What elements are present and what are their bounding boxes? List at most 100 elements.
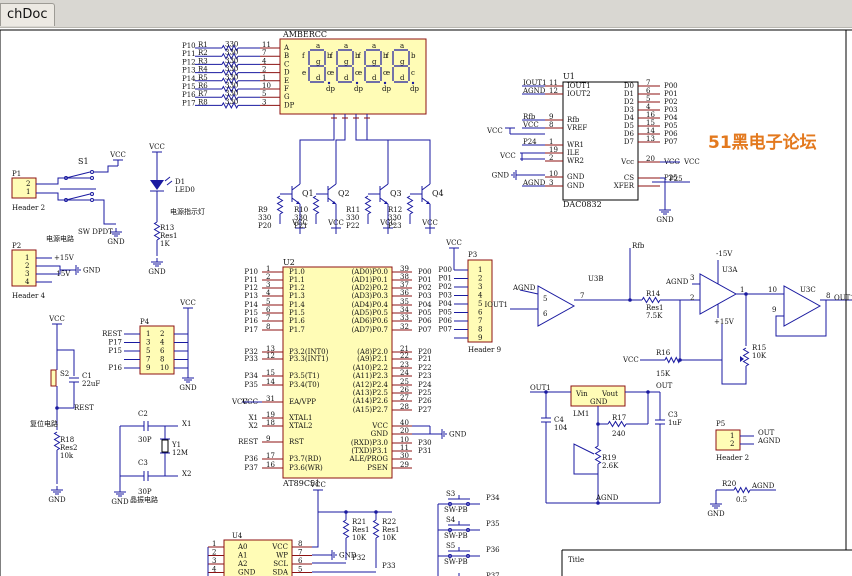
resistor-ref: R10 [294,206,308,214]
pin-number: 3 [266,281,270,289]
vcc-label: VCC [622,356,639,364]
pin-number: 4 [160,339,165,347]
resistor-value: 2.6K [602,462,619,470]
crystal-value: 12M [172,449,188,457]
ground-label: GND [707,510,725,518]
pin-number: 3 [212,557,216,565]
pin-number: 38 [400,273,409,281]
vcc-label: VCC [421,219,438,227]
pin-name: VCC [371,422,388,430]
pin-number: 9 [266,435,270,443]
crystal-y1 [161,439,169,453]
pin-name: P1.3 [289,292,305,300]
led-indicator: VCC D1LED0 电源指示灯 GND R13Res11K [148,143,205,276]
net-label: P04 [438,300,452,308]
net-label: P25 [418,389,432,397]
pin-number: 35 [400,298,409,306]
pin-number: 3 [478,283,482,291]
pin-name: D6 [624,130,635,138]
pin-name: (A13)P2.5 [353,389,388,397]
vcc-label: VCC [48,315,65,323]
push-button: S3 SW-PB P34 [438,490,500,514]
header-ref: P5 [716,420,725,428]
resistor-value: 330 [225,90,238,98]
document-tab[interactable]: chDoc [0,3,55,26]
wire [366,114,431,184]
opamp-u3b [537,285,576,327]
pin-number: 7 [478,317,482,325]
net-label: OUT [758,429,775,437]
net-label: P17 [108,339,122,347]
transistor-ref: Q1 [302,189,314,198]
vcc-label: VCC [445,239,462,247]
pin-name: VREF [566,124,587,132]
pin-number: 25 [400,378,409,386]
net-label: P24 [523,138,537,146]
schematic-sheet[interactable]: AMBERCCA11P10 R1 330B7P11 R2 330C4P12 R3 330D2… [0,28,852,576]
resistor-value: 330 [225,65,238,73]
resistor-value: Res1 [382,526,399,534]
cap-ref: C4 [554,416,564,424]
collector [327,183,337,191]
header-name: Header 2 [12,204,45,212]
switch-blade [65,171,91,179]
led-label: 电源指示灯 [170,207,205,216]
pin-name: D4 [624,114,635,122]
header-p5-body [715,429,741,451]
power-input-section: P1 21 Header 2 S1 VCC GND SW DPDT 电源电路 [11,151,126,246]
vcc-label: VCC [499,152,516,160]
resistor-ref: R4 [198,66,208,74]
pin-number: 7 [580,292,584,300]
segment-label: d [316,74,321,82]
supply-label: +15V [714,318,735,326]
pin-name: XFER [614,182,635,190]
net-label: P07 [438,326,452,334]
switch-ref: S2 [60,370,69,378]
pin-number: 1 [262,74,266,82]
eeprom-ref: U4 [232,532,243,540]
net-label: P33 [382,562,396,570]
resistor-ref: R8 [198,98,208,106]
resistor-value: 240 [612,430,625,438]
pin-number: 32 [400,323,409,331]
junction-dot [646,390,650,394]
button-name: SW-PB [444,506,468,514]
header-ref: P3 [468,251,477,259]
net-label: AGND [595,494,619,502]
segment-label: a [400,42,404,50]
wire [680,324,723,361]
cap-ref: C2 [138,410,148,418]
pin-name: SCL [273,560,288,568]
net-label: P17 [182,99,196,107]
segment-label: dp [354,85,363,93]
net-label: P05 [664,122,678,130]
vcc-label: VCC [148,143,165,151]
resistor-ref: R17 [612,414,626,422]
pin-number: 2 [549,154,553,162]
pin-name: IOUT2 [567,90,591,98]
resistor-value: 330 [225,82,238,90]
reset-label: 复位电路 [30,419,58,428]
pin-number: 37 [400,281,409,289]
ground-icon: GND [656,206,674,224]
pin-name: (AD2)P0.2 [352,284,388,292]
net-label: P15 [108,347,122,355]
light-ray [164,176,171,182]
switch-blade [65,193,91,201]
net-label: P10 [244,268,258,276]
led-ref: D1 [175,178,185,186]
pushbutton-s2 [50,369,57,387]
pin-name: IOUT1 [567,82,591,90]
decimal-point [383,81,387,85]
net-label: P01 [418,276,432,284]
pin-number: 30 [400,452,409,460]
cap-ref: C3 [138,459,148,467]
net-label: AGND [757,437,781,445]
junction-dot [596,501,600,505]
vcc-label: VCC [109,151,126,159]
resistor-ref: R3 [198,57,208,65]
dac-u1: U1DAC0832IOUT111IOUT1IOUT212AGNDRfb9RfbV… [486,72,700,224]
pin-name: P1.4 [289,301,305,309]
transistor-drivers: Q1VCCR9330P20Q2VCCR10330P21Q3VCCR11330P2… [258,114,444,234]
pin-number: 14 [266,378,275,386]
